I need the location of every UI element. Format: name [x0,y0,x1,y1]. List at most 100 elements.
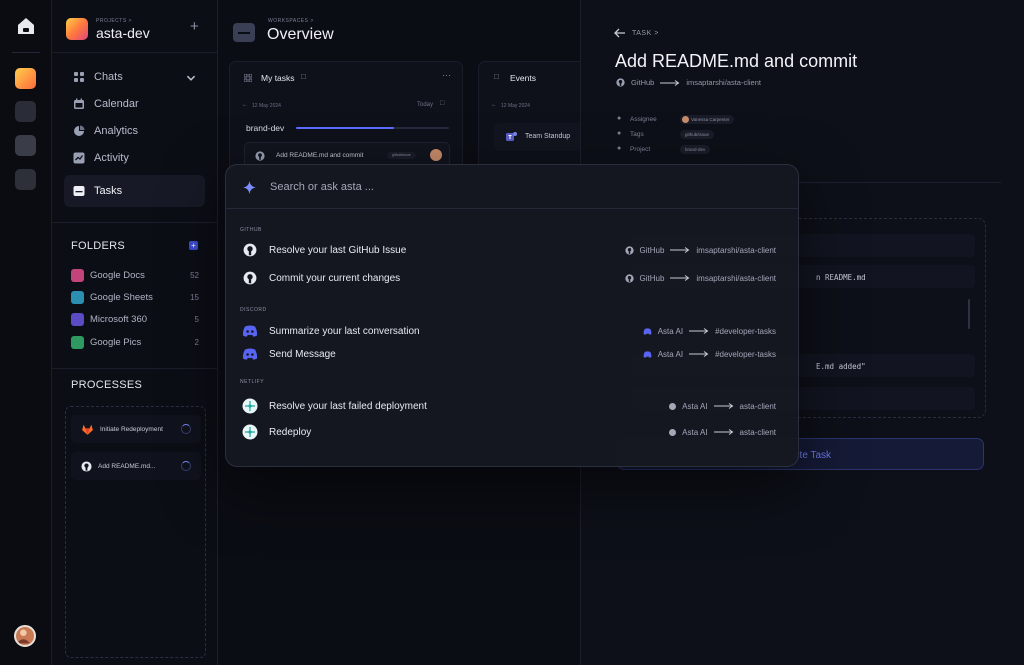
command-commit-changes[interactable]: Commit your current changes GitHub imsap… [236,266,788,290]
back-arrow-icon[interactable] [614,28,626,38]
user-avatar[interactable] [14,625,36,647]
workspace-rail [0,0,52,665]
sidebar-item-label: Tasks [94,185,123,197]
github-icon [624,273,634,283]
process-label: Add README.md... [98,462,156,470]
command-summarize-conversation[interactable]: Summarize your last conversation Asta AI… [236,319,788,343]
sidebar-divider [52,222,218,223]
route-source: Asta AI [657,349,684,359]
group-label: brand-dev [246,123,285,133]
chats-icon [74,72,84,82]
home-icon[interactable] [15,15,37,37]
sidebar-item-label: Chats [94,71,123,83]
folder-count: 15 [190,292,199,302]
command-route: GitHub imsaptarshi/asta-client [624,246,776,255]
route-source: GitHub [639,273,665,283]
assignee-avatar [682,116,689,123]
workspace-slate-3[interactable] [15,169,36,190]
workspace-orange[interactable] [15,68,36,89]
workspace-breadcrumb: WORKSPACES > [268,18,314,24]
project-breadcrumb: PROJECTS > [96,18,132,24]
group-progress-track [296,127,449,129]
sidebar-item-label: Analytics [94,125,139,137]
tasks-date: 12 May 2024 [252,103,281,109]
sidebar-item-calendar[interactable]: Calendar [64,90,205,118]
page-title: Overview [267,26,334,43]
sidebar-divider [52,52,218,53]
discord-icon [242,348,258,360]
arrow-right-icon [713,403,733,409]
folder-count: 5 [194,314,199,324]
project-icon: ● [617,145,622,152]
add-folder-icon[interactable]: + [189,241,198,250]
palette-search-bar [226,165,798,209]
command-palette: GITHUB Resolve your last GitHub Issue Gi… [225,164,799,467]
command-resolve-failed-deployment[interactable]: Resolve your last failed deployment Asta… [236,394,788,418]
command-redeploy[interactable]: Redeploy Asta AI asta-client [236,420,788,444]
folder-item[interactable]: Google Sheets 15 [71,289,199,305]
workspace-slate-1[interactable] [15,101,36,122]
task-title: Add README.md and commit [615,51,858,71]
tag-pill[interactable]: github/issue [680,130,715,139]
event-item[interactable]: Team Standup [494,123,584,151]
sidebar-item-analytics[interactable]: Analytics [64,117,205,145]
loading-spinner-icon [181,424,191,434]
command-resolve-github-issue[interactable]: Resolve your last GitHub Issue GitHub im… [236,238,788,262]
palette-search-input[interactable] [270,179,750,195]
workspace-folder-icon [233,23,255,42]
workspace-slate-2[interactable] [15,135,36,156]
process-item[interactable]: Add README.md... [71,452,201,480]
events-card: □ Events ← 12 May 2024 Team Standup [478,61,588,176]
folder-count: 2 [194,337,199,347]
chevron-down-icon[interactable] [185,72,197,84]
folder-item[interactable]: Google Docs 52 [71,267,199,283]
person-icon: ● [617,115,622,122]
loading-spinner-icon [181,461,191,471]
prev-day-icon[interactable]: ← [491,102,497,108]
tasks-icon [73,186,85,196]
folder-item[interactable]: Microsoft 360 5 [71,311,199,327]
asta-ai-icon [669,428,677,436]
google-pics-icon [71,335,84,349]
arrow-right-icon [689,351,709,357]
route-target: #developer-tasks [715,326,776,336]
scrollbar[interactable] [968,299,970,329]
clipboard-icon: □ [301,72,306,81]
command-label: Commit your current changes [269,272,401,284]
calendar-icon: □ [440,100,445,107]
github-icon [255,151,265,161]
process-item[interactable]: Initiate Redeployment [71,415,201,443]
folder-item[interactable]: Google Pics 2 [71,334,199,350]
route-target: asta-client [739,427,776,437]
arrow-right-icon [689,328,709,334]
netlify-icon [242,398,258,414]
google-docs-icon [71,268,84,282]
command-send-message[interactable]: Send Message Asta AI #developer-tasks [236,342,788,366]
add-project-icon[interactable]: + [190,18,199,35]
sidebar-item-tasks[interactable]: Tasks [64,175,205,207]
folders-title: FOLDERS [71,240,126,252]
route-target: imsaptarshi/asta-client [686,78,761,87]
project-name[interactable]: asta-dev [96,25,150,41]
discord-icon [242,325,258,337]
gitlab-icon [82,424,93,435]
more-icon[interactable]: ··· [442,70,451,80]
activity-icon [73,152,85,164]
asta-ai-icon [669,402,677,410]
sidebar-item-activity[interactable]: Activity [64,144,205,172]
prev-day-icon[interactable]: ← [242,102,248,108]
processes-list: Initiate Redeployment Add README.md... [65,406,206,658]
sidebar-item-chats[interactable]: Chats [64,63,205,91]
folder-label: Microsoft 360 [90,313,148,325]
project-pill[interactable]: brand-dev [680,145,711,154]
folder-label: Google Pics [90,336,142,348]
group-title-netlify: NETLIFY [240,379,265,385]
route-target: asta-client [739,401,776,411]
today-button[interactable]: Today [417,102,433,108]
tag-icon: ● [617,130,622,137]
rail-divider [12,52,40,53]
teams-icon [506,132,517,141]
events-icon: □ [494,72,499,81]
route-source: GitHub [631,78,655,87]
group-title-github: GITHUB [240,227,262,233]
